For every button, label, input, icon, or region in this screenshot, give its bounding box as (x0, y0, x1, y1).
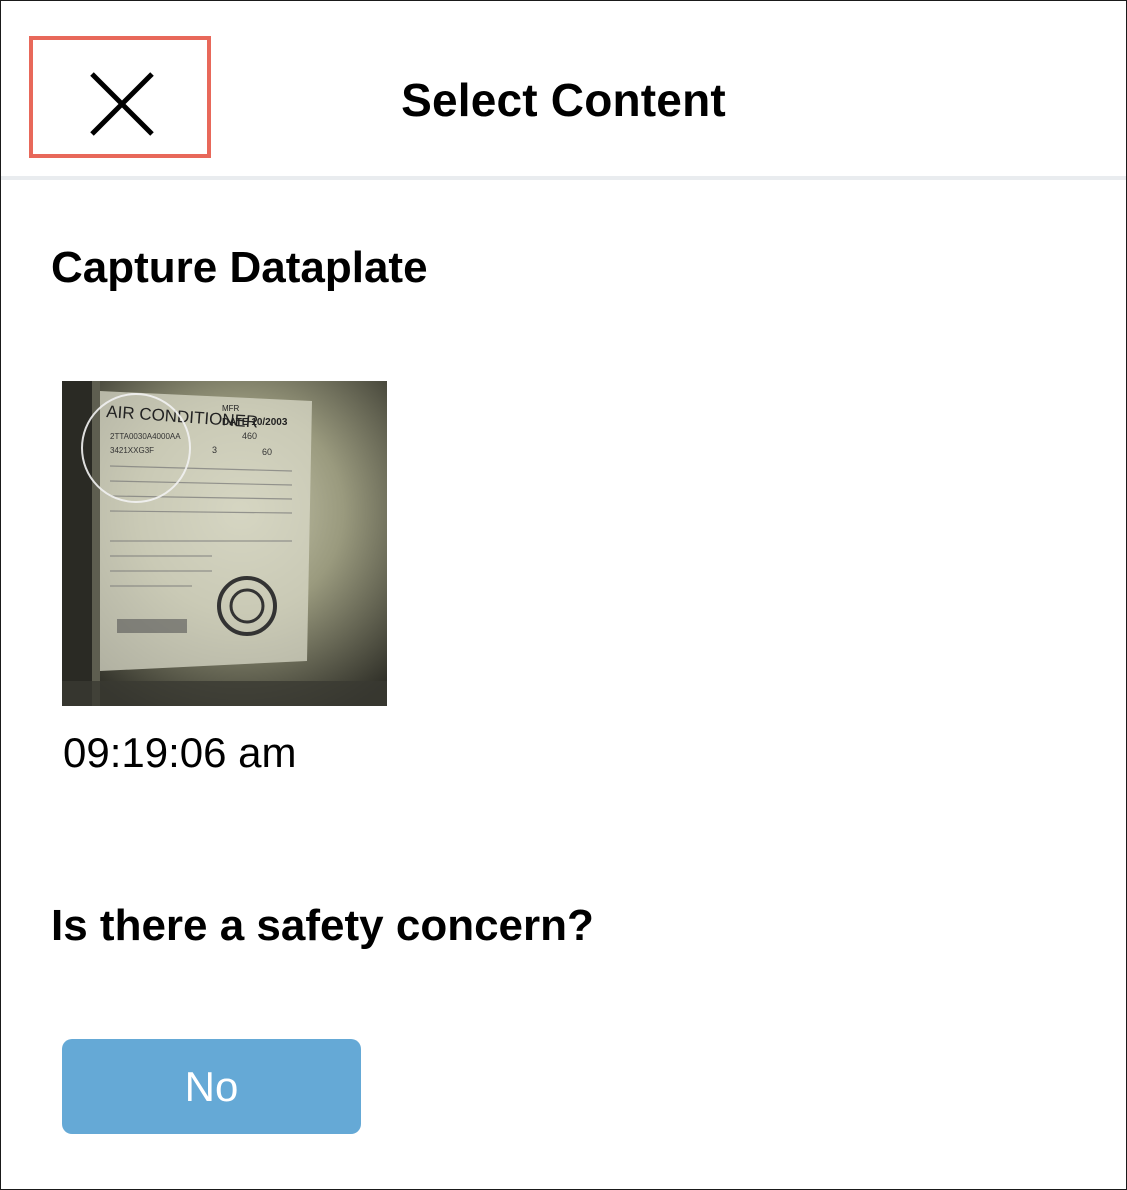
plate-serial-text: 3421XXG3F (110, 446, 154, 455)
header-bar: Select Content (1, 1, 1126, 180)
plate-ph-text: 3 (212, 445, 217, 455)
dataplate-photo-thumbnail[interactable]: AIR CONDITIONER MFR DATE 10/2003 2TTA003… (62, 381, 387, 706)
select-content-screen: Select Content Capture Dataplate AIR CON… (0, 0, 1127, 1190)
plate-date-text: DATE 10/2003 (222, 417, 288, 428)
plate-volts-text: 460 (242, 431, 257, 441)
plate-model-text: 2TTA0030A4000AA (110, 432, 181, 441)
capture-dataplate-title: Capture Dataplate (51, 243, 428, 292)
no-button[interactable]: No (62, 1039, 361, 1134)
plate-hz-text: 60 (262, 447, 272, 457)
dataplate-photo: AIR CONDITIONER MFR DATE 10/2003 2TTA003… (62, 381, 387, 706)
safety-question: Is there a safety concern? (51, 901, 594, 950)
capture-timestamp: 09:19:06 am (63, 729, 297, 776)
page-title: Select Content (401, 74, 726, 126)
plate-mfr-text: MFR (222, 404, 240, 413)
